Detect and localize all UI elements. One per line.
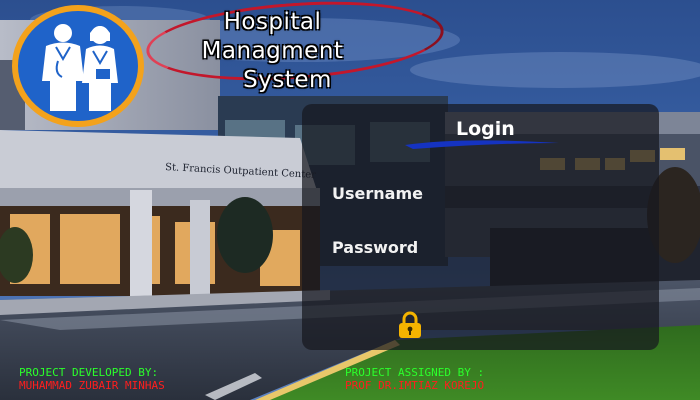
assigner-credit: PROJECT ASSIGNED BY : PROF DR.IMTIAZ KOR… — [345, 366, 484, 392]
developer-name: MUHAMMAD ZUBAIR MINHAS — [19, 379, 165, 392]
app-title: Hospital Managment System — [150, 8, 395, 95]
developer-credit: PROJECT DEVELOPED BY: MUHAMMAD ZUBAIR MI… — [19, 366, 165, 392]
hospital-logo — [12, 5, 144, 127]
assigned-by-label: PROJECT ASSIGNED BY : — [345, 366, 485, 379]
lock-icon — [399, 311, 421, 338]
username-label: Username — [332, 184, 423, 203]
login-heading: Login — [456, 118, 515, 140]
developed-by-label: PROJECT DEVELOPED BY: — [19, 366, 159, 379]
assigner-name: PROF DR.IMTIAZ KOREJO — [345, 379, 485, 392]
password-input[interactable] — [430, 236, 644, 262]
password-label: Password — [332, 238, 419, 257]
username-input[interactable] — [430, 182, 644, 208]
login-lock-button[interactable] — [397, 311, 423, 339]
doctors-logo-icon — [42, 24, 118, 111]
app-title-line-2: System — [243, 67, 332, 93]
app-title-line-1: Hospital Managment — [201, 9, 344, 64]
